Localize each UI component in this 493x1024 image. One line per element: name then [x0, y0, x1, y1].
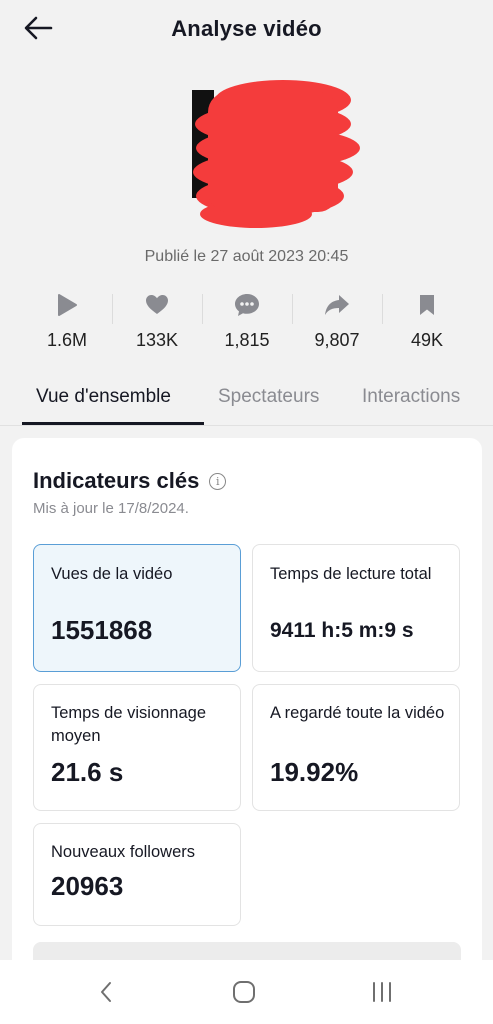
metric-label: Nouveaux followers [51, 843, 195, 861]
metric-total-watch-time[interactable]: Temps de lecture total 9411 h:5 m:9 s [252, 544, 460, 672]
stat-value: 1,815 [224, 330, 270, 350]
active-tab-indicator [22, 422, 204, 425]
tab-overview[interactable]: Vue d'ensemble [36, 386, 171, 408]
metric-value: 1551868 [51, 615, 153, 645]
metric-label: A regardé toute la vidéo [270, 704, 445, 722]
redaction-scribble [193, 80, 360, 228]
nav-back-icon [101, 982, 111, 1002]
header: Analyse vidéo [0, 0, 493, 60]
metric-label: Temps de visionnage moyen [51, 704, 207, 745]
metric-label: Vues de la vidéo [51, 565, 173, 583]
metric-label: Temps de lecture total [270, 565, 432, 583]
stat-likes: 133K [112, 290, 202, 360]
stat-comments: 1,815 [202, 290, 292, 360]
updated-date: Mis à jour le 17/8/2024. [33, 500, 189, 517]
nav-home-button[interactable] [224, 974, 264, 1010]
stats-row: 1.6M 133K 1,815 9,807 49K [22, 290, 472, 360]
share-icon [325, 295, 349, 315]
nav-back-button[interactable] [86, 974, 126, 1010]
stat-shares: 9,807 [292, 290, 382, 360]
metric-value: 20963 [51, 871, 124, 901]
metric-value: 19.92% [270, 757, 359, 787]
info-icon[interactable]: i [209, 472, 227, 490]
tab-bar: Vue d'ensemble Spectateurs Interactions [0, 376, 493, 426]
stat-saves: 49K [382, 290, 472, 360]
stat-value: 133K [135, 330, 179, 350]
metric-value: 9411 h:5 m:9 s [270, 619, 414, 642]
bookmark-icon [420, 295, 434, 315]
comment-icon [235, 294, 259, 316]
heart-icon [146, 295, 168, 314]
tab-viewers[interactable]: Spectateurs [218, 386, 319, 408]
metric-watched-full-video[interactable]: A regardé toute la vidéo 19.92% [252, 684, 460, 811]
key-metrics-card: Indicateurs clés i Mis à jour le 17/8/20… [12, 438, 482, 978]
page-title: Analyse vidéo [171, 16, 322, 41]
metric-video-views[interactable]: Vues de la vidéo 1551868 [33, 544, 241, 672]
nav-recents-icon [373, 982, 391, 1002]
stat-value: 1.6M [46, 330, 88, 350]
nav-home-icon [233, 981, 255, 1003]
metric-new-followers[interactable]: Nouveaux followers 20963 [33, 823, 241, 926]
key-metrics-title-text: Indicateurs clés [33, 468, 200, 493]
metric-value: 21.6 s [51, 757, 124, 787]
stat-value: 9,807 [314, 330, 360, 350]
tab-interactions[interactable]: Interactions [362, 386, 460, 408]
metric-average-watch-time[interactable]: Temps de visionnage moyen 21.6 s [33, 684, 241, 811]
system-nav-bar [0, 960, 493, 1024]
key-metrics-title: Indicateurs clés i [33, 468, 227, 494]
publish-date: Publié le 27 août 2023 20:45 [144, 248, 349, 265]
stat-value: 49K [410, 330, 444, 350]
play-icon [58, 294, 77, 316]
video-thumbnail-redacted[interactable] [178, 72, 368, 232]
nav-recents-button[interactable] [362, 974, 402, 1010]
stat-views: 1.6M [22, 290, 112, 360]
